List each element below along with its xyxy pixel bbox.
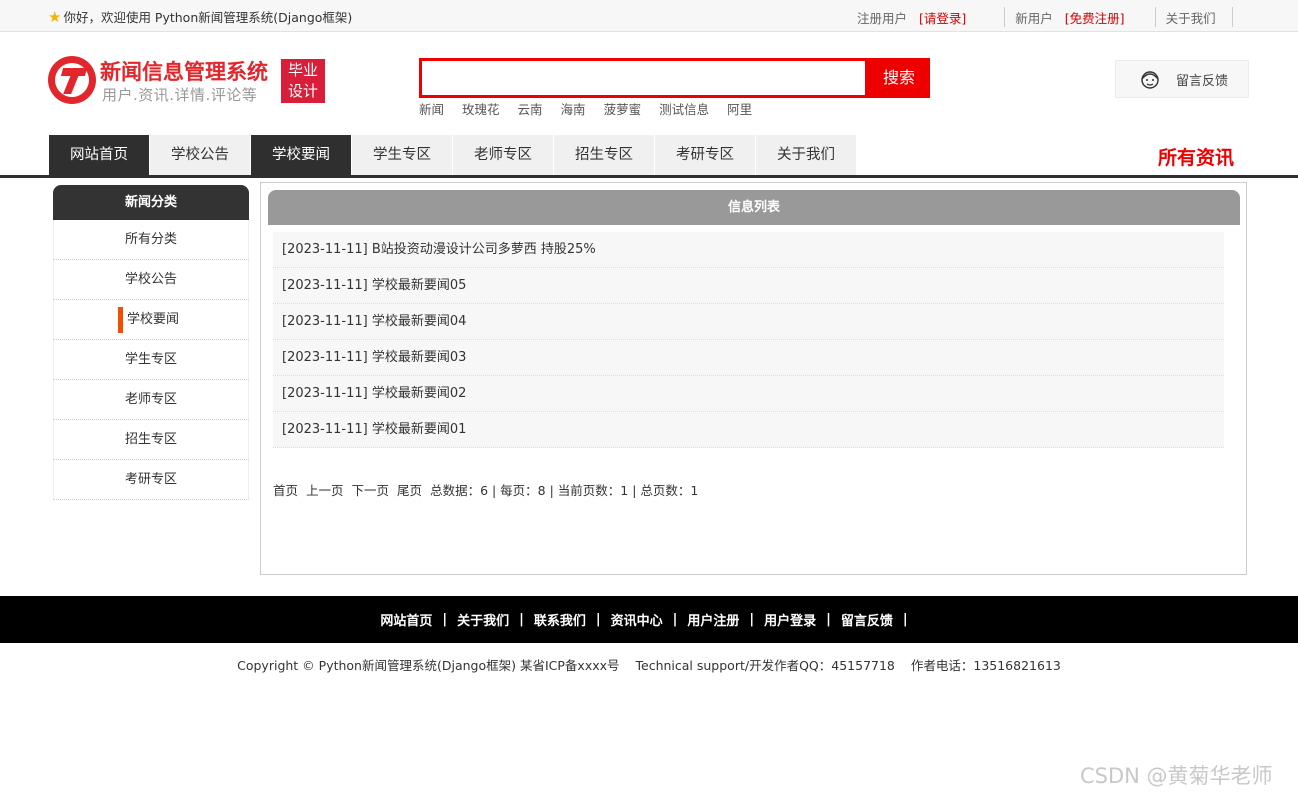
top-links: 注册用户 [请登录] 新用户 [免费注册] 关于我们 xyxy=(857,7,1233,27)
welcome-text: 你好，欢迎使用 Python新闻管理系统(Django框架) xyxy=(63,10,353,25)
top-bar: ★ 你好，欢迎使用 Python新闻管理系统(Django框架) 注册用户 [请… xyxy=(0,0,1298,32)
hot-keyword[interactable]: 玫瑰花 xyxy=(462,99,500,118)
sidebar-item-label: 招生专区 xyxy=(124,432,177,447)
category-sidebar: 新闻分类 所有分类 学校公告 学校要闻 学生专区 老师专区 招生专区 考研专区 xyxy=(53,185,249,500)
nav-item-postgrad[interactable]: 考研专区 xyxy=(655,135,755,175)
pagination-summary: 总数据：6 | 每页：8 | 当前页数：1 | 总页数：1 xyxy=(430,483,699,498)
badge-line-2: 设计 xyxy=(287,82,318,100)
footer-link-about[interactable]: 关于我们 xyxy=(457,610,509,629)
footer-link-login[interactable]: 用户登录 xyxy=(764,610,816,629)
hot-keyword[interactable]: 海南 xyxy=(561,99,586,118)
divider xyxy=(1231,7,1233,27)
news-item[interactable]: [2023-11-11] 学校最新要闻02 xyxy=(273,376,1224,412)
site-slogan: 用户.资讯.详情.评论等 xyxy=(102,86,258,104)
star-icon: ★ xyxy=(48,7,62,26)
footer-link-home[interactable]: 网站首页 xyxy=(380,610,432,629)
logo-mark-icon xyxy=(48,56,96,104)
news-list: [2023-11-11] B站投资动漫设计公司多萝西 持股25% [2023-1… xyxy=(273,232,1224,448)
login-link[interactable]: [请登录] xyxy=(919,8,966,27)
nav-item-students[interactable]: 学生专区 xyxy=(352,135,452,175)
search-button[interactable]: 搜索 xyxy=(868,58,930,98)
news-item[interactable]: [2023-11-11] 学校最新要闻04 xyxy=(273,304,1224,340)
phone-text: 作者电话：13516821613 xyxy=(910,658,1061,673)
support-text: Technical support/开发作者QQ：45157718 xyxy=(635,658,895,673)
hot-keyword[interactable]: 云南 xyxy=(518,99,543,118)
footer-link-contact[interactable]: 联系我们 xyxy=(534,610,586,629)
feedback-button[interactable]: 留言反馈 xyxy=(1115,60,1249,98)
free-register-link[interactable]: [免费注册] xyxy=(1065,8,1125,27)
hot-keywords: 新闻 玫瑰花 云南 海南 菠萝蜜 测试信息 阿里 xyxy=(419,99,770,118)
welcome-message: ★ 你好，欢迎使用 Python新闻管理系统(Django框架) xyxy=(48,7,352,26)
sidebar-item-school-news[interactable]: 学校要闻 xyxy=(53,300,249,340)
footer-link-news-center[interactable]: 资讯中心 xyxy=(611,610,663,629)
news-item[interactable]: [2023-11-11] 学校最新要闻01 xyxy=(273,412,1224,448)
site-logo[interactable]: 新闻信息管理系统 用户.资讯.详情.评论等 毕业 设计 xyxy=(48,56,328,106)
sidebar-item-label: 考研专区 xyxy=(124,472,177,487)
footer-link-register[interactable]: 用户注册 xyxy=(687,610,739,629)
sidebar-item-label: 学校公告 xyxy=(124,272,177,287)
nav-item-home[interactable]: 网站首页 xyxy=(49,135,149,175)
sidebar-item-label: 学生专区 xyxy=(124,352,177,367)
news-item[interactable]: [2023-11-11] 学校最新要闻03 xyxy=(273,340,1224,376)
new-user-label: 新用户 xyxy=(1015,10,1053,26)
site-name: 新闻信息管理系统 xyxy=(100,60,268,84)
sidebar-item-students[interactable]: 学生专区 xyxy=(53,340,249,380)
nav-item-teachers[interactable]: 老师专区 xyxy=(453,135,553,175)
news-item[interactable]: [2023-11-11] B站投资动漫设计公司多萝西 持股25% xyxy=(273,232,1224,268)
prev-page-link[interactable]: 上一页 xyxy=(306,480,344,499)
nav-underline xyxy=(0,175,1298,178)
sidebar-item-teachers[interactable]: 老师专区 xyxy=(53,380,249,420)
main-nav: 网站首页 学校公告 学校要闻 学生专区 老师专区 招生专区 考研专区 关于我们 xyxy=(49,135,857,175)
feedback-label: 留言反馈 xyxy=(1176,73,1229,89)
pagination: 首页 上一页 下一页 尾页 总数据：6 | 每页：8 | 当前页数：1 | 总页… xyxy=(273,480,698,499)
all-news-link[interactable]: 所有资讯 xyxy=(1158,143,1234,170)
search-bar: 搜索 xyxy=(419,58,930,98)
about-link[interactable]: 关于我们 xyxy=(1166,8,1216,27)
nav-item-announcements[interactable]: 学校公告 xyxy=(150,135,250,175)
footer-nav: 网站首页 | 关于我们 | 联系我们 | 资讯中心 | 用户注册 | 用户登录 | 留言反馈… xyxy=(0,596,1298,643)
sidebar-item-announcements[interactable]: 学校公告 xyxy=(53,260,249,300)
customer-service-icon xyxy=(1141,71,1159,89)
badge-line-1: 毕业 xyxy=(287,61,318,79)
register-user-label: 注册用户 xyxy=(857,10,908,26)
search-input[interactable] xyxy=(422,61,865,95)
sidebar-title: 新闻分类 xyxy=(53,185,249,220)
next-page-link[interactable]: 下一页 xyxy=(352,480,390,499)
last-page-link[interactable]: 尾页 xyxy=(397,480,422,499)
sidebar-item-admissions[interactable]: 招生专区 xyxy=(53,420,249,460)
active-marker xyxy=(118,307,123,333)
hot-keyword[interactable]: 阿里 xyxy=(727,99,752,118)
copyright-text: Copyright © Python新闻管理系统(Django框架) 某省ICP… xyxy=(237,658,620,673)
sidebar-item-all[interactable]: 所有分类 xyxy=(53,220,249,260)
sidebar-item-postgrad[interactable]: 考研专区 xyxy=(53,460,249,500)
copyright: Copyright © Python新闻管理系统(Django框架) 某省ICP… xyxy=(0,655,1298,674)
news-list-panel: 信息列表 [2023-11-11] B站投资动漫设计公司多萝西 持股25% [2… xyxy=(260,182,1247,575)
nav-item-school-news[interactable]: 学校要闻 xyxy=(251,135,351,175)
nav-item-admissions[interactable]: 招生专区 xyxy=(554,135,654,175)
sidebar-item-label: 所有分类 xyxy=(124,232,177,247)
watermark: CSDN @黄菊华老师 xyxy=(1080,764,1273,788)
search-box xyxy=(419,58,868,98)
hot-keyword[interactable]: 测试信息 xyxy=(659,99,709,118)
nav-item-about[interactable]: 关于我们 xyxy=(756,135,856,175)
first-page-link[interactable]: 首页 xyxy=(273,480,298,499)
sidebar-item-label: 学校要闻 xyxy=(126,312,179,327)
graduation-badge: 毕业 设计 xyxy=(281,59,325,103)
sidebar-item-label: 老师专区 xyxy=(124,392,177,407)
divider xyxy=(1154,7,1156,27)
news-item[interactable]: [2023-11-11] 学校最新要闻05 xyxy=(273,268,1224,304)
divider xyxy=(1004,7,1006,27)
list-title: 信息列表 xyxy=(268,190,1240,225)
footer-link-feedback[interactable]: 留言反馈 xyxy=(841,610,893,629)
hot-keyword[interactable]: 菠萝蜜 xyxy=(604,99,642,118)
hot-keyword[interactable]: 新闻 xyxy=(419,99,444,118)
